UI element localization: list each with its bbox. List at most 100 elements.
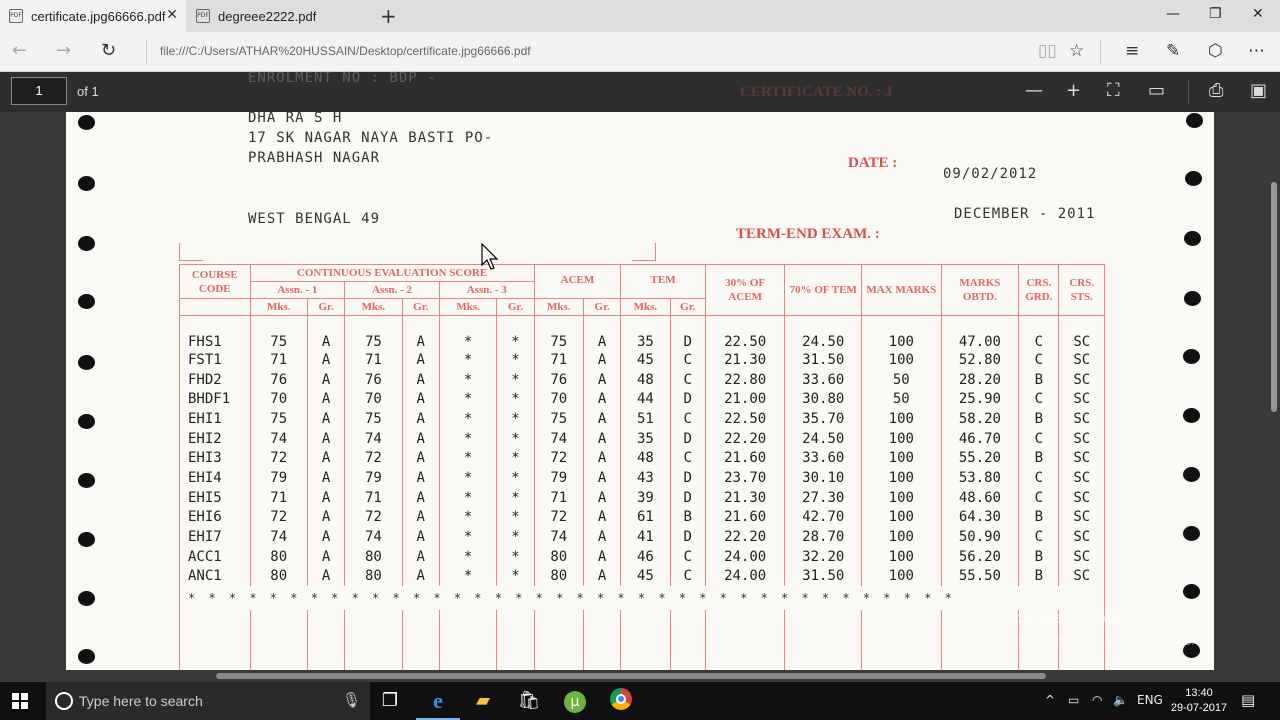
table-cell: 21.30 [704, 350, 786, 370]
table-cell: 74 [249, 428, 308, 449]
table-cell: 76 [249, 369, 308, 390]
course-code-cell: BHDF1 [179, 389, 251, 410]
favorite-star-icon[interactable]: ☆ [1069, 41, 1084, 61]
address-line-2: 17 SK NAGAR NAYA BASTI PO- [248, 130, 494, 146]
start-button[interactable] [12, 693, 28, 709]
edge-browser-icon[interactable]: e [416, 688, 460, 720]
search-box[interactable]: Type here to search 🎙 [46, 682, 370, 720]
table-cell: 75 [249, 409, 308, 429]
utorrent-icon[interactable]: µ [562, 688, 588, 714]
file-explorer-icon[interactable]: ▰ [470, 688, 496, 714]
table-cell: 22.20 [704, 527, 786, 547]
pdf-page: DHA RA S H 17 SK NAGAR NAYA BASTI PO- PR… [66, 112, 1214, 670]
table-cell [438, 610, 498, 670]
divider [1100, 40, 1101, 64]
table-cell: 100 [861, 409, 942, 429]
task-view-icon[interactable]: ❐ [377, 688, 403, 714]
table-cell [344, 610, 403, 670]
back-button[interactable]: ← [12, 40, 27, 61]
page-number-input[interactable]: 1 [11, 77, 67, 105]
course-code-cell: EHI7 [179, 527, 251, 547]
table-cell: A [306, 350, 346, 370]
language-indicator[interactable]: ENG [1137, 693, 1163, 707]
header-gr: Gr. [496, 298, 535, 316]
table-row: EHI2 74 A 74 A * * 74 A 35 D 22.20 24.50 100 46.70 C SC [179, 428, 1105, 449]
share-icon[interactable]: ⬡ [1208, 41, 1223, 61]
course-code-cell: EHI4 [179, 468, 251, 488]
table-cell: 75 [249, 315, 308, 350]
table-cell: 39 [620, 487, 671, 508]
notifications-icon[interactable]: ▤ [1241, 691, 1255, 709]
restore-button[interactable]: ❐ [1209, 6, 1222, 22]
table-cell: A [306, 468, 346, 488]
table-cell: 80 [249, 566, 308, 587]
table-row: EHI5 71 A 71 A * * 71 A 39 D 21.30 27.30 100 48.60 C SC [179, 487, 1105, 508]
zoom-in-icon[interactable]: + [1066, 80, 1081, 101]
table-cell: SC [1058, 448, 1105, 469]
web-note-icon[interactable]: ✎ [1166, 41, 1180, 61]
table-cell: 61 [620, 507, 671, 528]
show-hidden-icons-icon[interactable]: ^ [1045, 693, 1055, 707]
hub-icon[interactable]: ≡ [1125, 41, 1139, 61]
header-course-code-cont [179, 298, 251, 316]
table-cell: 28.20 [940, 369, 1020, 390]
forward-button[interactable]: → [56, 40, 71, 61]
fit-page-icon[interactable]: ⛶ [1107, 80, 1120, 101]
save-icon[interactable]: ▣ [1250, 80, 1267, 101]
table-cell: C [1018, 389, 1060, 410]
table-row: EHI1 75 A 75 A * * 75 A 51 C 22.50 35.70 100 58.20 B SC [179, 409, 1105, 429]
battery-icon[interactable]: ▭ [1068, 693, 1079, 707]
volume-icon[interactable]: 🔈 [1113, 693, 1128, 707]
table-cell: A [401, 409, 440, 429]
marks-table-body: FHS1 75 A 75 A * * 75 A 35 D 22.50 24.50 100 47.00 C SC F… [179, 315, 1105, 670]
clock[interactable]: 13:40 29-07-2017 [1168, 686, 1230, 716]
table-cell: 79 [344, 468, 403, 488]
tab-degree[interactable]: PDF degreee2222.pdf [187, 0, 377, 32]
table-cell: C [669, 409, 706, 429]
reading-view-icon[interactable]: ▯▯ [1038, 41, 1057, 61]
chrome-icon[interactable] [608, 688, 634, 714]
horizontal-scrollbar[interactable] [0, 670, 1280, 682]
microphone-icon[interactable]: 🎙 [342, 691, 361, 709]
close-tab-icon[interactable]: ✕ [166, 7, 178, 23]
table-cell: A [401, 527, 440, 547]
new-tab-button[interactable]: + [380, 4, 397, 28]
table-cell: 100 [861, 546, 942, 567]
table-cell: 24.00 [704, 546, 786, 567]
table-row: FHS1 75 A 75 A * * 75 A 35 D 22.50 24.50 100 47.00 C SC [179, 315, 1105, 350]
star-terminator: * * * * * * * * * * * * * * * * * * * * … [179, 586, 1105, 611]
table-cell: A [582, 350, 622, 370]
table-cell: * [438, 487, 498, 508]
store-icon[interactable]: 🛍 [516, 688, 542, 714]
refresh-button[interactable]: ↻ [101, 40, 116, 61]
vertical-scroll-thumb[interactable] [1271, 182, 1277, 412]
table-cell: C [1018, 487, 1060, 508]
more-icon[interactable]: ⋯ [1248, 41, 1265, 61]
table-cell [784, 610, 863, 670]
corner-mark [179, 243, 203, 261]
wifi-icon[interactable]: ◠ [1092, 693, 1102, 707]
table-cell: 100 [861, 507, 942, 528]
table-cell: SC [1058, 409, 1105, 429]
url-field[interactable]: file:///C:/Users/ATHAR%20HUSSAIN/Desktop… [160, 44, 531, 58]
pdf-viewer[interactable]: DHA RA S H 17 SK NAGAR NAYA BASTI PO- PR… [0, 112, 1280, 670]
close-window-button[interactable]: ✕ [1252, 6, 1264, 22]
print-icon[interactable]: ⎙ [1209, 80, 1223, 101]
table-cell: * [438, 428, 498, 449]
table-cell: A [582, 566, 622, 587]
punch-hole [78, 355, 95, 370]
table-cell: 50.90 [940, 527, 1020, 547]
vertical-scrollbar[interactable] [1268, 112, 1280, 670]
minimize-button[interactable]: — [1166, 6, 1180, 22]
header-30pct: 30% OF ACEM [704, 264, 786, 316]
tab-certificate[interactable]: PDF certificate.jpg66666.pdf ✕ [0, 0, 186, 32]
table-cell: 44 [620, 389, 671, 410]
table-cell: A [306, 448, 346, 469]
table-cell: 33.60 [784, 448, 863, 469]
table-cell: 51 [620, 409, 671, 429]
table-cell: SC [1058, 350, 1105, 370]
layout-icon[interactable]: ▭ [1148, 80, 1165, 101]
header-max-marks: MAX MARKS [861, 264, 942, 316]
zoom-out-icon[interactable]: — [1025, 80, 1043, 101]
horizontal-scroll-thumb[interactable] [216, 673, 1046, 679]
